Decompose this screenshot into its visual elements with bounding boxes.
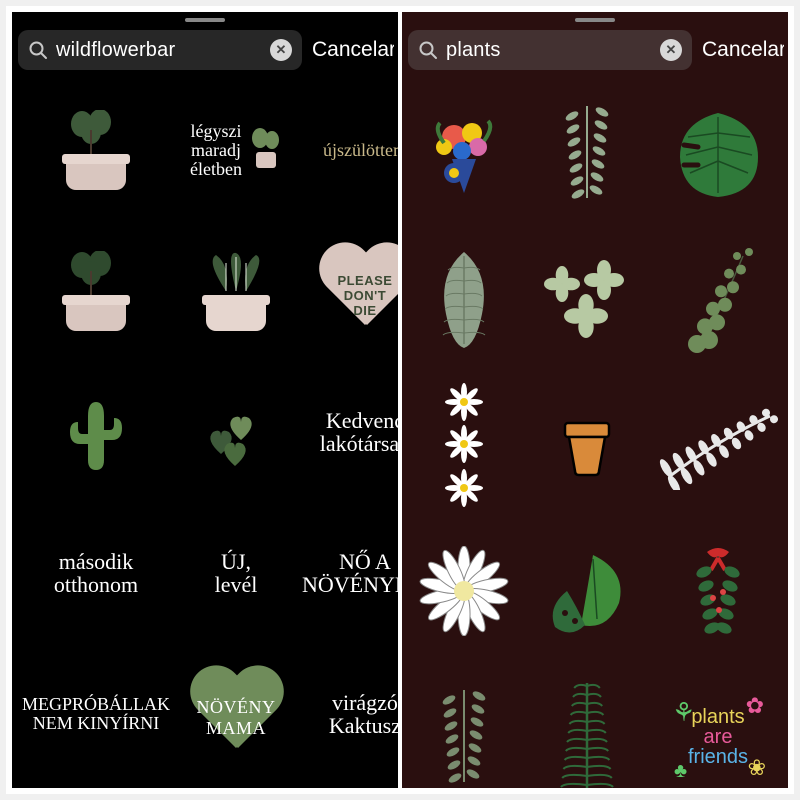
search-input[interactable]: wildflowerbar ✕ <box>18 30 302 70</box>
masodik-otthonom-sticker[interactable]: második otthonom <box>16 504 176 641</box>
alocasia-sticker[interactable] <box>180 223 292 360</box>
green-hearts-sticker[interactable] <box>180 364 292 501</box>
search-bar: plants ✕ Cancelar <box>402 12 788 80</box>
clover-cluster-sticker[interactable] <box>526 228 648 370</box>
cancel-button[interactable]: Cancelar <box>308 38 394 62</box>
clear-search-icon[interactable]: ✕ <box>270 39 292 61</box>
sticker-grid: ⚘✿plants are friends♣❀ <box>402 80 788 788</box>
noveny-mama-sticker[interactable]: NÖVÉNY MAMA <box>180 645 292 782</box>
megproballak-nem-kinyirni-sticker[interactable]: MEGPRÓBÁLLAK NEM KINYÍRNI <box>16 645 176 782</box>
sage-branch-sticker[interactable] <box>406 666 522 788</box>
search-bar: wildflowerbar ✕ Cancelar <box>12 12 398 80</box>
drag-handle-icon[interactable] <box>185 18 225 22</box>
flower-bouquet-sticker[interactable] <box>406 82 522 224</box>
cactus-sticker[interactable] <box>16 364 176 501</box>
plants-are-friends-sticker[interactable]: ⚘✿plants are friends♣❀ <box>652 666 784 788</box>
mistletoe-sticker[interactable] <box>652 520 784 662</box>
search-query-text: plants <box>446 39 652 62</box>
monstera-leaf-sticker[interactable] <box>652 82 784 224</box>
eucalyptus-sticker[interactable] <box>652 228 784 370</box>
viragzo-kaktusz-sticker[interactable]: virágzó Kaktusz♥ <box>296 645 398 782</box>
palm-frond-sticker[interactable] <box>526 666 648 788</box>
legyszi-maradj-eletben-sticker[interactable]: légyszi maradj életben <box>180 82 292 219</box>
drag-handle-icon[interactable] <box>575 18 615 22</box>
sticker-search-panel: plants ✕ Cancelar ⚘✿plants are friends♣❀ <box>402 12 788 788</box>
search-query-text: wildflowerbar <box>56 39 262 62</box>
please-dont-die-sticker[interactable]: PLEASE DON'T DIE <box>296 223 398 360</box>
ujszulottem-sticker[interactable]: újszülöttem <box>296 82 398 219</box>
clear-search-icon[interactable]: ✕ <box>660 39 682 61</box>
kedvenc-lakotarsak-sticker[interactable]: Kedvenc lakótársak <box>296 364 398 501</box>
white-flower-sticker[interactable] <box>406 520 522 662</box>
sticker-search-panel: wildflowerbar ✕ Cancelar légyszi maradj … <box>12 12 398 788</box>
white-fern-sticker[interactable] <box>652 374 784 516</box>
fiddle-leaf-fig-sticker[interactable] <box>16 82 176 219</box>
uj-level-sticker[interactable]: ÚJ, levél <box>180 504 292 641</box>
search-input[interactable]: plants ✕ <box>408 30 692 70</box>
tropical-leaves-sticker[interactable] <box>526 520 648 662</box>
grey-oak-leaf-sticker[interactable] <box>406 228 522 370</box>
empty-pot-sticker[interactable] <box>526 374 648 516</box>
cancel-button[interactable]: Cancelar <box>698 38 784 62</box>
sticker-grid: légyszi maradj életbenújszülöttemPLEASE … <box>12 80 398 788</box>
no-a-novenyem-sticker[interactable]: NŐ A NÖVÉNYEM♥ <box>296 504 398 641</box>
monstera-pot-sticker[interactable] <box>16 223 176 360</box>
olive-branch-sticker[interactable] <box>526 82 648 224</box>
daisy-trio-sticker[interactable] <box>406 374 522 516</box>
